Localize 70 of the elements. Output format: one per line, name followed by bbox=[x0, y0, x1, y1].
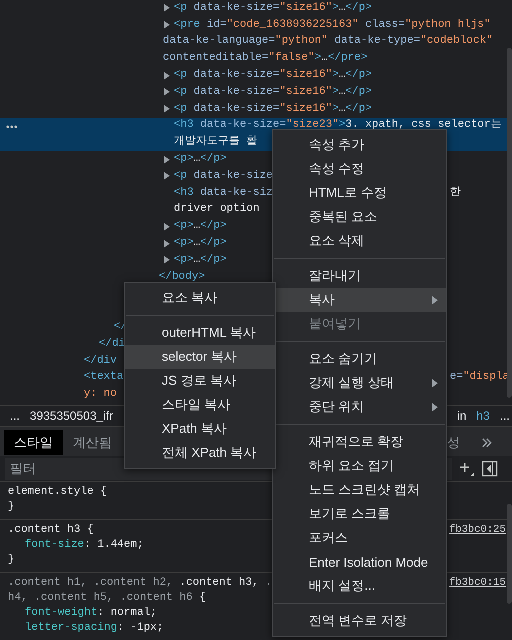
menu-item[interactable]: selector 복사 bbox=[125, 345, 275, 369]
code-line: <p data-ke-size="size16">…</p> bbox=[174, 102, 372, 117]
plus-icon[interactable] bbox=[460, 462, 474, 476]
css-selector: .content h3 { bbox=[8, 523, 94, 538]
menu-item[interactable]: 스타일 복사 bbox=[125, 393, 275, 417]
menu-item[interactable]: 강제 실행 상태 bbox=[273, 371, 446, 395]
code-line: <p data-ke-size="size16">…</p> bbox=[174, 84, 372, 100]
closing-brace: } bbox=[8, 500, 15, 515]
menu-item[interactable]: 잘라내기 bbox=[273, 264, 446, 288]
code-line: <p data-ke-size="size16">…</p> bbox=[174, 68, 372, 84]
menu-item[interactable]: Enter Isolation Mode bbox=[273, 550, 446, 574]
menu-item[interactable]: XPath 복사 bbox=[125, 417, 275, 441]
css-selector: element.style { bbox=[8, 485, 108, 500]
menu-item[interactable]: 복사 bbox=[273, 288, 446, 312]
code-line: <h3 data-ke-siz bbox=[174, 186, 274, 201]
code-line: <p>…</p> bbox=[174, 236, 227, 252]
menu-item[interactable]: 배지 설정... bbox=[273, 574, 446, 598]
menu-item[interactable]: 중단 위치 bbox=[273, 395, 446, 419]
code-line: <p data-ke-size bbox=[174, 168, 274, 184]
source-link[interactable]: fb3bc0:25 bbox=[449, 523, 506, 538]
menu-item[interactable]: 요소 삭제 bbox=[273, 229, 446, 253]
menu-item[interactable]: 중복된 요소 bbox=[273, 205, 446, 229]
code-line: y: no bbox=[84, 387, 118, 402]
menu-item[interactable]: 전역 변수로 저장 bbox=[273, 609, 446, 633]
menu-item[interactable]: 전체 XPath 복사 bbox=[125, 441, 275, 465]
breadcrumb-item[interactable]: 3935350503_ifr bbox=[30, 409, 114, 423]
css-declaration: font-weight: normal; bbox=[25, 607, 158, 619]
ellipsis-icon[interactable] bbox=[6, 124, 18, 129]
code-line: <p>…</p> bbox=[174, 252, 227, 268]
breadcrumb-item[interactable]: ... bbox=[500, 409, 510, 423]
menu-item[interactable]: outerHTML 복사 bbox=[125, 321, 275, 345]
menu-item[interactable]: 하위 요소 접기 bbox=[273, 454, 446, 478]
code-line: <h3 data-ke-size="size23">3. xpath, css selector는 bbox=[174, 118, 502, 134]
code-line: <p data-ke-size="size16">…</p> bbox=[174, 0, 372, 16]
code-line: contenteditable="false">…</pre> bbox=[163, 51, 368, 66]
closing-brace: } bbox=[8, 553, 15, 568]
breadcrumb-item[interactable]: in bbox=[457, 409, 467, 423]
tab[interactable]: 계산됨 bbox=[63, 430, 122, 455]
scroll-thumb[interactable] bbox=[507, 504, 512, 604]
css-selector: h4, .content h5, .content h6 { bbox=[8, 591, 206, 606]
code-line: driver option bbox=[174, 202, 260, 218]
tab[interactable]: 스타일 bbox=[4, 430, 63, 455]
menu-item[interactable]: JS 경로 복사 bbox=[125, 369, 275, 393]
code-line: <p>…</p> bbox=[174, 152, 227, 168]
css-declaration: font-size: 1.44em; bbox=[25, 539, 144, 551]
code-line: <texta bbox=[84, 370, 124, 386]
source-link[interactable]: fb3bc0:15 bbox=[449, 576, 506, 591]
scroll-thumb[interactable] bbox=[507, 48, 512, 398]
code-line: 한 bbox=[450, 186, 461, 201]
double-chevron-icon[interactable] bbox=[482, 438, 492, 448]
menu-item[interactable]: 노드 스크린샷 캡처 bbox=[273, 478, 446, 502]
menu-item[interactable]: 포커스 bbox=[273, 526, 446, 550]
menu-item[interactable]: 요소 숨기기 bbox=[273, 347, 446, 371]
code-line: </di bbox=[99, 336, 126, 352]
breadcrumb-item[interactable]: h3 bbox=[476, 409, 490, 423]
sidebar-toggle-icon[interactable] bbox=[482, 460, 498, 476]
code-line: </body> bbox=[159, 270, 206, 285]
code-line: </div bbox=[84, 354, 118, 369]
code-line: <p>…</p> bbox=[174, 219, 227, 234]
code-line: <pre id="code_1638936225163" class="python hljs" bbox=[174, 18, 491, 33]
menu-item[interactable]: 보기로 스크롤 bbox=[273, 502, 446, 526]
menu-item[interactable]: HTML로 수정 bbox=[273, 181, 446, 205]
css-declaration: letter-spacing: -1px; bbox=[25, 622, 164, 634]
code-line: 개발자도구를 활 bbox=[174, 135, 258, 150]
code-line: data-ke-language="python" data-ke-type="codeblock" bbox=[163, 34, 494, 50]
breadcrumb-item[interactable]: ... bbox=[10, 409, 20, 423]
menu-item[interactable]: 속성 수정 bbox=[273, 157, 446, 181]
css-selector: .content h1, .content h2, .content h3, . bbox=[8, 576, 272, 591]
menu-item[interactable]: 재귀적으로 확장 bbox=[273, 430, 446, 454]
menu-item[interactable]: 요소 복사 bbox=[125, 286, 275, 310]
